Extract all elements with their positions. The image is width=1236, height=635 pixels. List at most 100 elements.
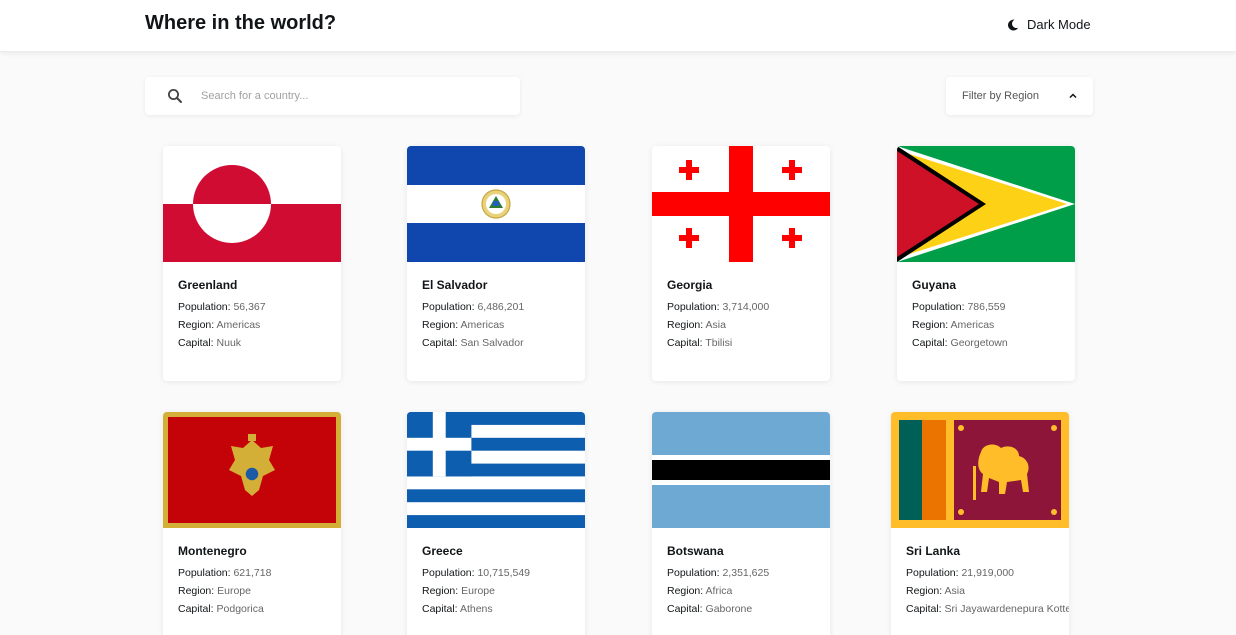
capital-line: Capital: Athens (422, 603, 493, 615)
capital-label: Capital: (422, 603, 460, 615)
region-label: Region: (906, 585, 945, 597)
population-value: 56,367 (233, 301, 266, 313)
region-label: Region: (422, 585, 462, 597)
country-name: Greenland (178, 278, 238, 292)
capital-value: Podgorica (216, 603, 264, 615)
chevron-up-icon (1069, 93, 1077, 99)
region-line: Region: Americas (912, 319, 994, 331)
region-filter-dropdown[interactable]: Filter by Region (946, 77, 1093, 115)
country-card-guyana[interactable]: Guyana Population: 786,559 Region: Ameri… (897, 146, 1075, 381)
population-value: 2,351,625 (722, 567, 770, 579)
capital-label: Capital: (422, 337, 461, 349)
search-input[interactable] (201, 86, 501, 106)
region-label: Region: (912, 319, 951, 331)
country-card-greece[interactable]: Greece Population: 10,715,549 Region: Eu… (407, 412, 585, 635)
capital-value: Nuuk (216, 337, 242, 349)
capital-value: Tbilisi (705, 337, 733, 349)
population-line: Population: 10,715,549 (422, 567, 530, 579)
country-name: Montenegro (178, 544, 247, 558)
population-value: 786,559 (967, 301, 1006, 313)
capital-line: Capital: Gaborone (667, 603, 752, 615)
app-title: Where in the world? (145, 12, 337, 34)
montenegro-flag (163, 412, 341, 528)
greece-flag (407, 412, 585, 528)
country-name: Sri Lanka (906, 544, 961, 558)
capital-label: Capital: (906, 603, 945, 615)
dark-mode-toggle[interactable]: Dark Mode (1007, 17, 1091, 32)
capital-line: Capital: Nuuk (178, 337, 241, 349)
region-line: Region: Asia (906, 585, 965, 597)
region-value: Europe (461, 585, 495, 597)
country-card-el-salvador[interactable]: El Salvador Population: 6,486,201 Region… (407, 146, 585, 381)
country-card-sri-lanka[interactable]: Sri Lanka Population: 21,919,000 Region:… (891, 412, 1069, 635)
country-name: El Salvador (422, 278, 488, 292)
botswana-flag (652, 412, 830, 528)
capital-value: Sri Jayawardenepura Kotte (944, 603, 1069, 615)
dark-mode-label: Dark Mode (1027, 17, 1091, 32)
sri-lanka-flag (891, 412, 1069, 528)
capital-label: Capital: (667, 603, 706, 615)
filter-label: Filter by Region (962, 90, 1040, 102)
region-value: Asia (944, 585, 965, 597)
population-line: Population: 6,486,201 (422, 301, 524, 313)
search-icon (168, 89, 182, 103)
country-name: Guyana (912, 278, 957, 292)
capital-line: Capital: Sri Jayawardenepura Kotte (906, 603, 1069, 615)
country-card-botswana[interactable]: Botswana Population: 2,351,625 Region: A… (652, 412, 830, 635)
capital-line: Capital: Tbilisi (667, 337, 732, 349)
population-label: Population: (912, 301, 968, 313)
capital-label: Capital: (178, 603, 217, 615)
region-line: Region: Asia (667, 319, 726, 331)
region-line: Region: Americas (178, 319, 260, 331)
region-label: Region: (667, 585, 706, 597)
search-box[interactable] (145, 77, 520, 115)
el-salvador-flag (407, 146, 585, 262)
region-label: Region: (422, 319, 461, 331)
capital-value: Athens (459, 603, 493, 615)
capital-line: Capital: Georgetown (912, 337, 1008, 349)
population-label: Population: (667, 301, 723, 313)
population-line: Population: 21,919,000 (906, 567, 1014, 579)
population-label: Population: (178, 567, 234, 579)
population-line: Population: 786,559 (912, 301, 1005, 313)
capital-value: Georgetown (950, 337, 1008, 349)
country-card-montenegro[interactable]: Montenegro Population: 621,718 Region: E… (163, 412, 341, 635)
population-value: 21,919,000 (961, 567, 1015, 579)
population-line: Population: 2,351,625 (667, 567, 769, 579)
population-label: Population: (422, 301, 478, 313)
country-card-greenland[interactable]: Greenland Population: 56,367 Region: Ame… (163, 146, 341, 381)
country-name: Botswana (667, 544, 724, 558)
population-line: Population: 3,714,000 (667, 301, 769, 313)
country-name: Greece (422, 544, 463, 558)
region-line: Region: Europe (178, 585, 251, 597)
population-label: Population: (667, 567, 723, 579)
region-label: Region: (178, 585, 218, 597)
capital-label: Capital: (912, 337, 951, 349)
guyana-flag (897, 146, 1075, 262)
population-value: 3,714,000 (722, 301, 770, 313)
capital-line: Capital: Podgorica (178, 603, 264, 615)
georgia-flag (652, 146, 830, 262)
population-line: Population: 621,718 (178, 567, 271, 579)
region-label: Region: (667, 319, 706, 331)
region-label: Region: (178, 319, 217, 331)
greenland-flag (163, 146, 341, 262)
population-value: 621,718 (233, 567, 272, 579)
region-value: Americas (216, 319, 261, 331)
region-value: Africa (705, 585, 733, 597)
capital-label: Capital: (178, 337, 217, 349)
region-value: Americas (460, 319, 505, 331)
moon-icon (1008, 19, 1019, 30)
region-value: Americas (950, 319, 995, 331)
region-line: Region: Europe (422, 585, 495, 597)
country-name: Georgia (667, 278, 713, 292)
population-line: Population: 56,367 (178, 301, 266, 313)
country-card-georgia[interactable]: Georgia Population: 3,714,000 Region: As… (652, 146, 830, 381)
region-line: Region: Americas (422, 319, 504, 331)
top-header: Where in the world? Dark Mode (0, 0, 1236, 52)
region-line: Region: Africa (667, 585, 732, 597)
region-value: Europe (217, 585, 251, 597)
capital-value: Gaborone (705, 603, 753, 615)
population-label: Population: (422, 567, 478, 579)
region-value: Asia (705, 319, 726, 331)
